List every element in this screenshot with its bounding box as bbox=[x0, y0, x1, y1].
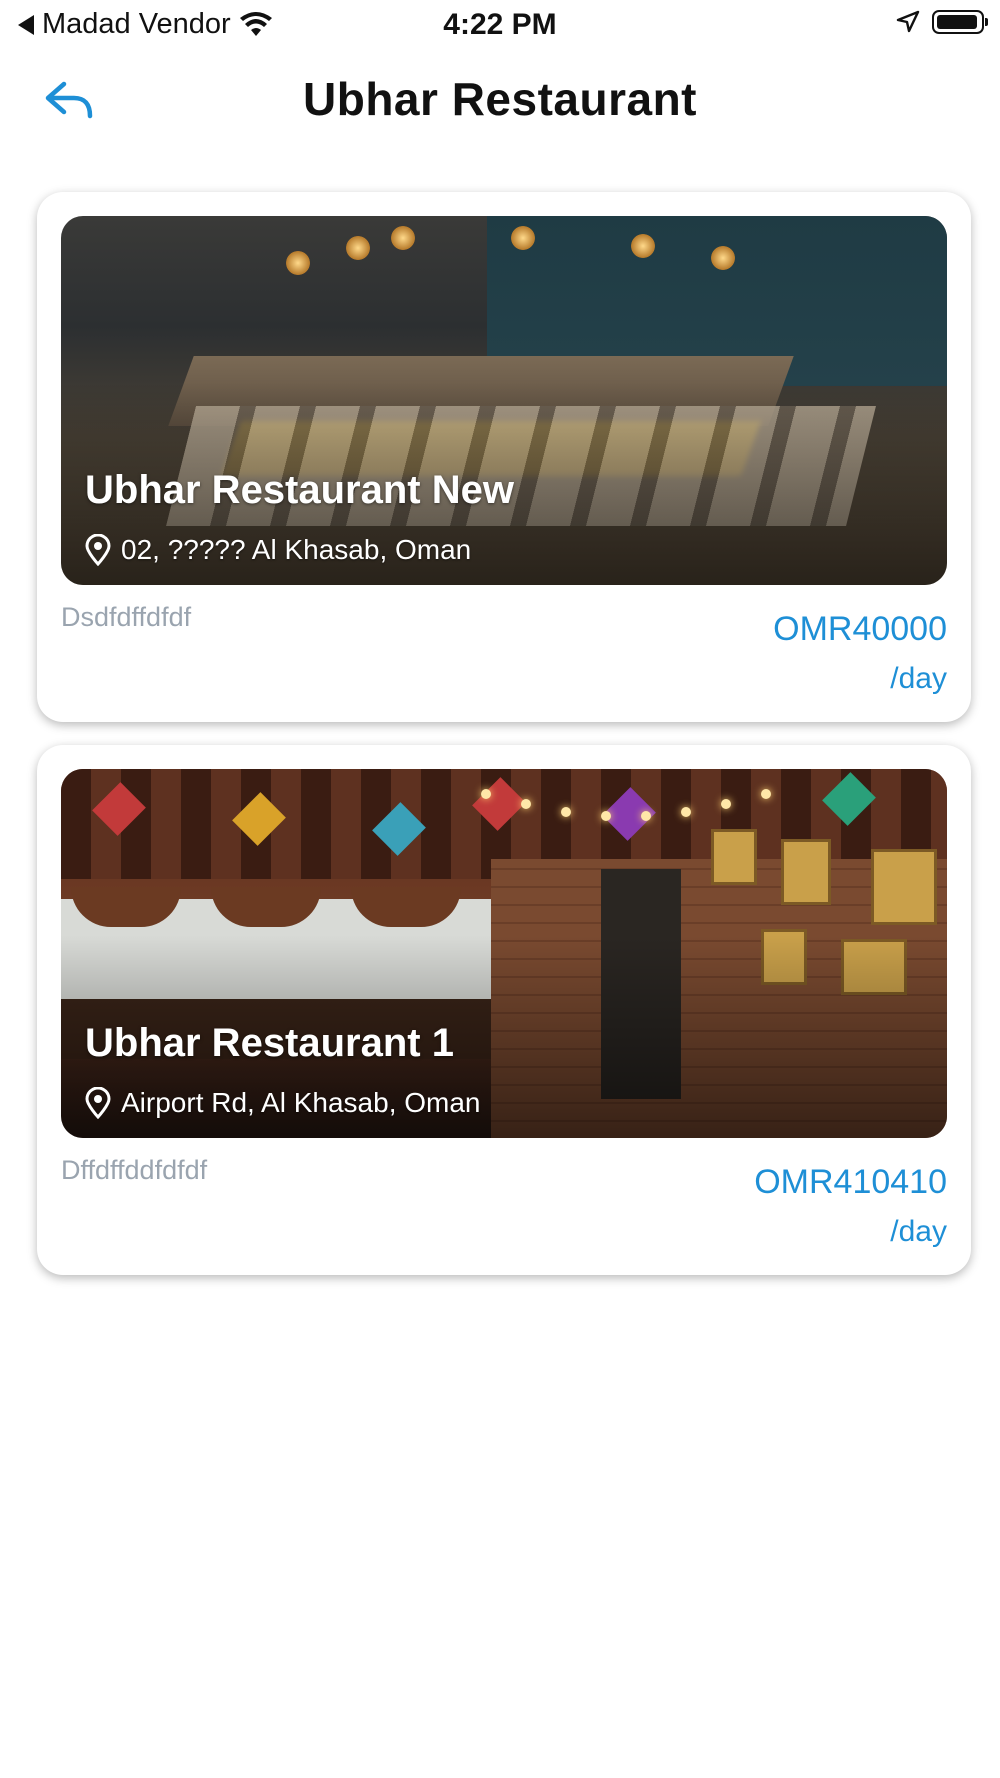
battery-icon bbox=[932, 10, 988, 34]
listing-location: Airport Rd, Al Khasab, Oman bbox=[85, 1087, 481, 1119]
listing-name: Ubhar Restaurant 1 bbox=[85, 1021, 454, 1065]
status-time: 4:22 PM bbox=[443, 8, 557, 41]
listing-image: Ubhar Restaurant New 02, ????? Al Khasab… bbox=[61, 216, 947, 585]
listing-description: Dsdfdffdfdf bbox=[61, 602, 192, 632]
listing-price: OMR40000 bbox=[773, 610, 947, 648]
page-title: Ubhar Restaurant bbox=[303, 73, 697, 125]
location-arrow-icon bbox=[896, 10, 920, 33]
listing-name: Ubhar Restaurant New bbox=[85, 468, 514, 512]
listing-image: Ubhar Restaurant 1 Airport Rd, Al Khasab… bbox=[61, 769, 947, 1138]
listing-description: Dffdffddfdfdf bbox=[61, 1155, 208, 1185]
location-text: 02, ????? Al Khasab, Oman bbox=[121, 534, 472, 565]
listing-card[interactable]: Ubhar Restaurant 1 Airport Rd, Al Khasab… bbox=[37, 745, 971, 1275]
map-pin-icon bbox=[85, 534, 111, 566]
listing-price-unit: /day bbox=[890, 662, 947, 695]
listing-location: 02, ????? Al Khasab, Oman bbox=[85, 534, 471, 566]
listing-price-unit: /day bbox=[890, 1215, 947, 1248]
listing-card[interactable]: Ubhar Restaurant New 02, ????? Al Khasab… bbox=[37, 192, 971, 722]
status-bar: Madad Vendor 4:22 PM bbox=[0, 0, 1000, 50]
listing-price: OMR410410 bbox=[754, 1163, 947, 1201]
location-text: Airport Rd, Al Khasab, Oman bbox=[121, 1087, 481, 1118]
header: Ubhar Restaurant bbox=[0, 60, 1000, 140]
map-pin-icon bbox=[85, 1087, 111, 1119]
